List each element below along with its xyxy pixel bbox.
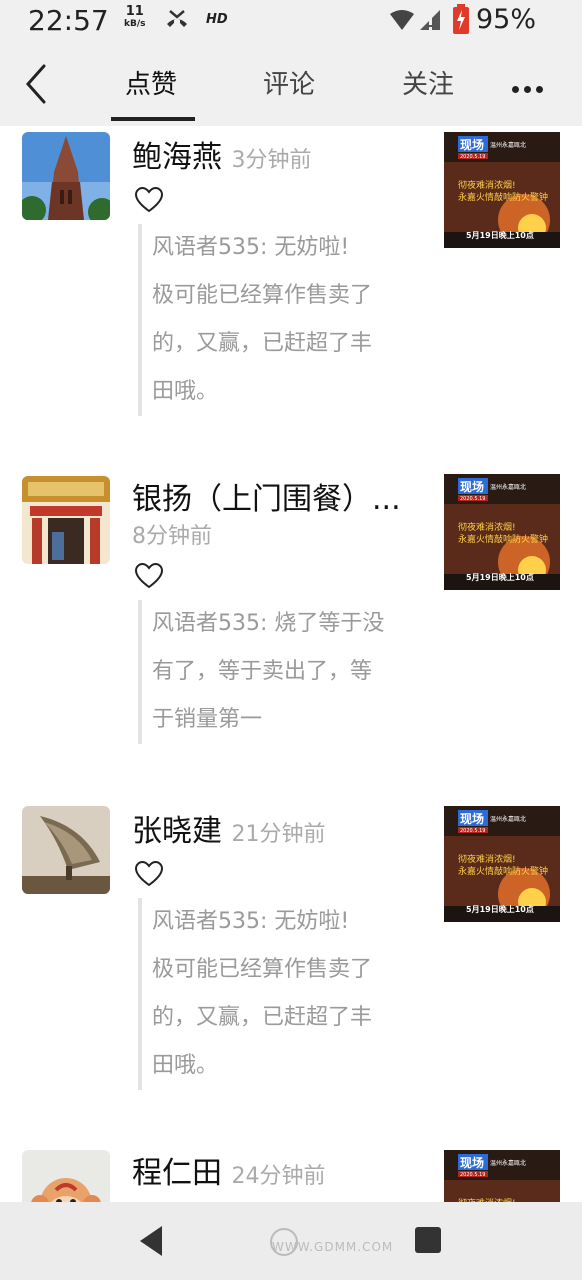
likes-list: 鲍海燕 3分钟前 风语者535: 无妨啦! 极可能已经算作售卖了 的，又赢，已赶… [0,126,582,1202]
quote-line: 风语者535: 无妨啦! [152,909,350,934]
liker-name-text: 鲍海燕 [132,140,222,175]
heart-icon [134,562,164,589]
signal-icon [420,10,440,30]
thumb-badge: 现场 [460,480,484,494]
quote-line: 风语者535: 无妨啦! [152,235,350,260]
liker-name[interactable]: 张晓建 21分钟前 [132,806,326,850]
quote-line: 极可能已经算作售卖了 [152,283,373,308]
thumb-headline-2: 永嘉火情敲响防火警钟 [458,865,548,877]
quote-line: 极可能已经算作售卖了 [152,957,373,982]
network-speed-value: 11 [125,4,144,19]
thumb-date: 2020.5.19 [460,154,485,160]
thumb-headline-2: 永嘉火情敲响防火警钟 [458,191,548,203]
news-fire-thumbnail-icon: 现场 温州永嘉瓯北 2020.5.19 彻夜难消浓烟! 永嘉火情敲响防火警钟 5… [444,474,560,590]
quoted-comment[interactable]: 风语者535: 无妨啦! 极可能已经算作售卖了 的，又赢，已赶超了丰 田哦。 [138,898,412,1090]
wifi-icon [390,10,414,30]
quoted-comment[interactable]: 风语者535: 无妨啦! 极可能已经算作售卖了 的，又赢，已赶超了丰 田哦。 [138,224,412,416]
quote-line: 于销量第一 [152,707,263,732]
quote-line: 有了，等于卖出了，等 [152,659,373,684]
liker-name-text: 张晓建 [132,814,222,849]
tab-comments[interactable]: 评论 [263,64,315,101]
thumb-date: 2020.5.19 [460,1172,485,1178]
thumb-location: 温州永嘉瓯北 [490,483,526,491]
thumb-footer: 5月19日晚上10点 [466,230,534,240]
post-thumbnail[interactable]: 现场 温州永嘉瓯北 2020.5.19 彻夜难消浓烟! [444,1150,560,1202]
thumb-footer: 5月19日晚上10点 [466,904,534,914]
network-speed-unit: kB/s [124,19,146,29]
thumb-badge: 现场 [460,812,484,826]
back-arrow-icon[interactable] [20,62,56,106]
gramophone-photo-icon [22,806,110,894]
thumb-badge: 现场 [460,1156,484,1170]
active-tab-indicator [111,117,195,121]
like-time: 24分钟前 [231,1164,326,1189]
like-time: 8分钟前 [132,524,212,549]
status-bar: 22:57 11 kB/s HD 95% [0,0,582,42]
status-time: 22:57 [28,4,109,37]
like-time: 21分钟前 [231,822,326,847]
thumb-location: 温州永嘉瓯北 [490,1159,526,1167]
liker-name-text: 程仁田 [132,1156,222,1191]
thumb-date: 2020.5.19 [460,496,485,502]
monkey-cartoon-photo-icon [22,1150,110,1202]
missed-call-icon [167,10,187,27]
quote-line: 的，又赢，已赶超了丰 [152,1005,373,1030]
liker-name[interactable]: 鲍海燕 3分钟前 [132,132,312,176]
post-thumbnail[interactable]: 现场 温州永嘉瓯北 2020.5.19 彻夜难消浓烟! 永嘉火情敲响防火警钟 5… [444,474,560,590]
news-fire-thumbnail-icon: 现场 温州永嘉瓯北 2020.5.19 彻夜难消浓烟! 永嘉火情敲响防火警钟 5… [444,806,560,922]
liker-name[interactable]: 程仁田 24分钟前 [132,1148,326,1192]
thumb-headline-1: 彻夜难消浓烟! [458,521,516,533]
hd-indicator: HD [206,12,228,27]
post-thumbnail[interactable]: 现场 温州永嘉瓯北 2020.5.19 彻夜难消浓烟! 永嘉火情敲响防火警钟 5… [444,806,560,922]
nav-recents-icon[interactable] [414,1226,442,1254]
thumb-badge: 现场 [460,138,484,152]
thumb-footer: 5月19日晚上10点 [466,572,534,582]
liker-name[interactable]: 银扬（上门围餐）... [132,474,401,518]
like-time: 3分钟前 [231,148,312,173]
avatar[interactable] [22,806,110,894]
network-speed: 11 kB/s [124,4,146,30]
watermark-text: WWW.GDMM.COM [272,1240,394,1254]
church-tower-photo-icon [22,132,110,220]
thumb-headline-1: 彻夜难消浓烟! [458,179,516,191]
tab-likes[interactable]: 点赞 [125,64,177,101]
quote-line: 风语者535: 烧了等于没 [152,611,385,636]
thumb-location: 温州永嘉瓯北 [490,815,526,823]
news-fire-thumbnail-icon: 现场 温州永嘉瓯北 2020.5.19 彻夜难消浓烟! 永嘉火情敲响防火警钟 5… [444,132,560,248]
tab-follows[interactable]: 关注 [402,64,454,101]
quote-line: 田哦。 [152,379,219,404]
heart-icon [134,860,164,887]
avatar[interactable] [22,132,110,220]
battery-percent: 95% [476,4,537,35]
heart-icon [134,186,164,213]
more-options-icon[interactable] [512,78,548,97]
top-nav-bar: 点赞 评论 关注 [0,42,582,126]
news-fire-thumbnail-icon: 现场 温州永嘉瓯北 2020.5.19 彻夜难消浓烟! [444,1150,560,1202]
nav-back-icon[interactable] [136,1224,166,1258]
quote-line: 的，又赢，已赶超了丰 [152,331,373,356]
restaurant-storefront-photo-icon [22,476,110,564]
liker-name-text: 银扬（上门围餐）... [132,482,401,517]
avatar[interactable] [22,1150,110,1202]
thumb-location: 温州永嘉瓯北 [490,141,526,149]
thumb-headline-2: 永嘉火情敲响防火警钟 [458,533,548,545]
post-thumbnail[interactable]: 现场 温州永嘉瓯北 2020.5.19 彻夜难消浓烟! 永嘉火情敲响防火警钟 5… [444,132,560,248]
quoted-comment[interactable]: 风语者535: 烧了等于没 有了，等于卖出了，等 于销量第一 [138,600,412,744]
battery-icon [453,4,469,34]
avatar[interactable] [22,476,110,564]
quote-line: 田哦。 [152,1053,219,1078]
thumb-headline-1: 彻夜难消浓烟! [458,853,516,865]
thumb-date: 2020.5.19 [460,828,485,834]
